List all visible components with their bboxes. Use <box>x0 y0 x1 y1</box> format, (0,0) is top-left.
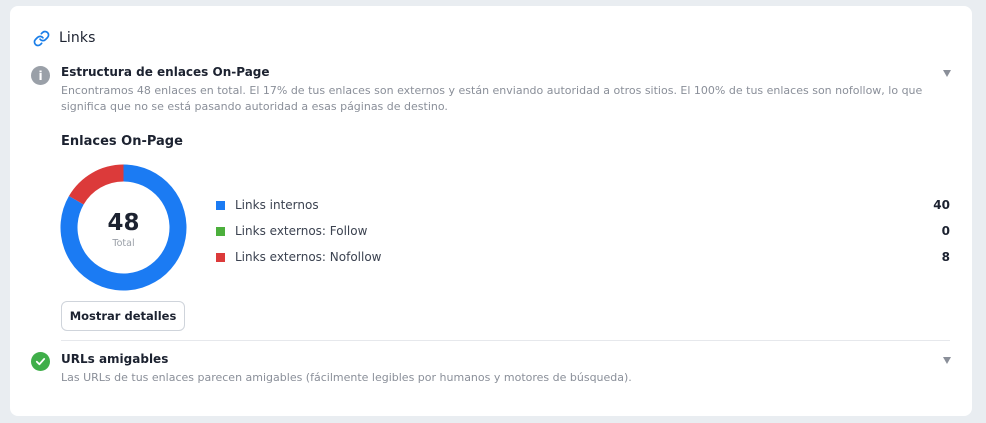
chevron-down-icon[interactable] <box>943 70 951 77</box>
legend-label: Links externos: Follow <box>235 224 368 238</box>
legend-swatch-nofollow <box>216 252 225 262</box>
donut-center-label: Total <box>111 238 134 249</box>
legend-swatch-internal <box>216 200 225 210</box>
structure-title: Estructura de enlaces On-Page <box>61 65 270 79</box>
friendly-urls-description: Las URLs de tus enlaces parecen amigable… <box>61 371 632 384</box>
legend-value: 8 <box>941 250 950 264</box>
structure-section: i Estructura de enlaces On-Page Encontra… <box>31 65 951 121</box>
chart-legend: Links internos 40 Links externos: Follow… <box>216 192 950 270</box>
legend-row-nofollow: Links externos: Nofollow 8 <box>216 244 950 270</box>
card-header: Links <box>33 28 95 48</box>
donut-chart: 48 Total <box>60 164 187 291</box>
donut-slice-2 <box>68 164 124 205</box>
legend-value: 40 <box>933 198 950 212</box>
divider <box>61 340 950 341</box>
legend-label: Links externos: Nofollow <box>235 250 382 264</box>
legend-swatch-follow <box>216 226 225 236</box>
friendly-urls-title: URLs amigables <box>61 352 169 366</box>
chevron-down-icon[interactable] <box>943 357 951 364</box>
check-icon <box>31 352 50 371</box>
legend-value: 0 <box>941 224 950 238</box>
link-icon <box>33 30 50 47</box>
donut-center-value: 48 <box>107 210 139 236</box>
legend-label: Links internos <box>235 198 319 212</box>
show-details-button[interactable]: Mostrar detalles <box>61 301 185 331</box>
card-title: Links <box>59 30 96 46</box>
friendly-urls-section: URLs amigables Las URLs de tus enlaces p… <box>31 352 951 392</box>
chart-heading: Enlaces On-Page <box>61 134 183 149</box>
links-card: Links i Estructura de enlaces On-Page En… <box>10 6 972 416</box>
legend-row-internal: Links internos 40 <box>216 192 950 218</box>
legend-row-follow: Links externos: Follow 0 <box>216 218 950 244</box>
structure-description: Encontramos 48 enlaces en total. El 17% … <box>61 84 923 113</box>
info-icon: i <box>31 66 50 85</box>
